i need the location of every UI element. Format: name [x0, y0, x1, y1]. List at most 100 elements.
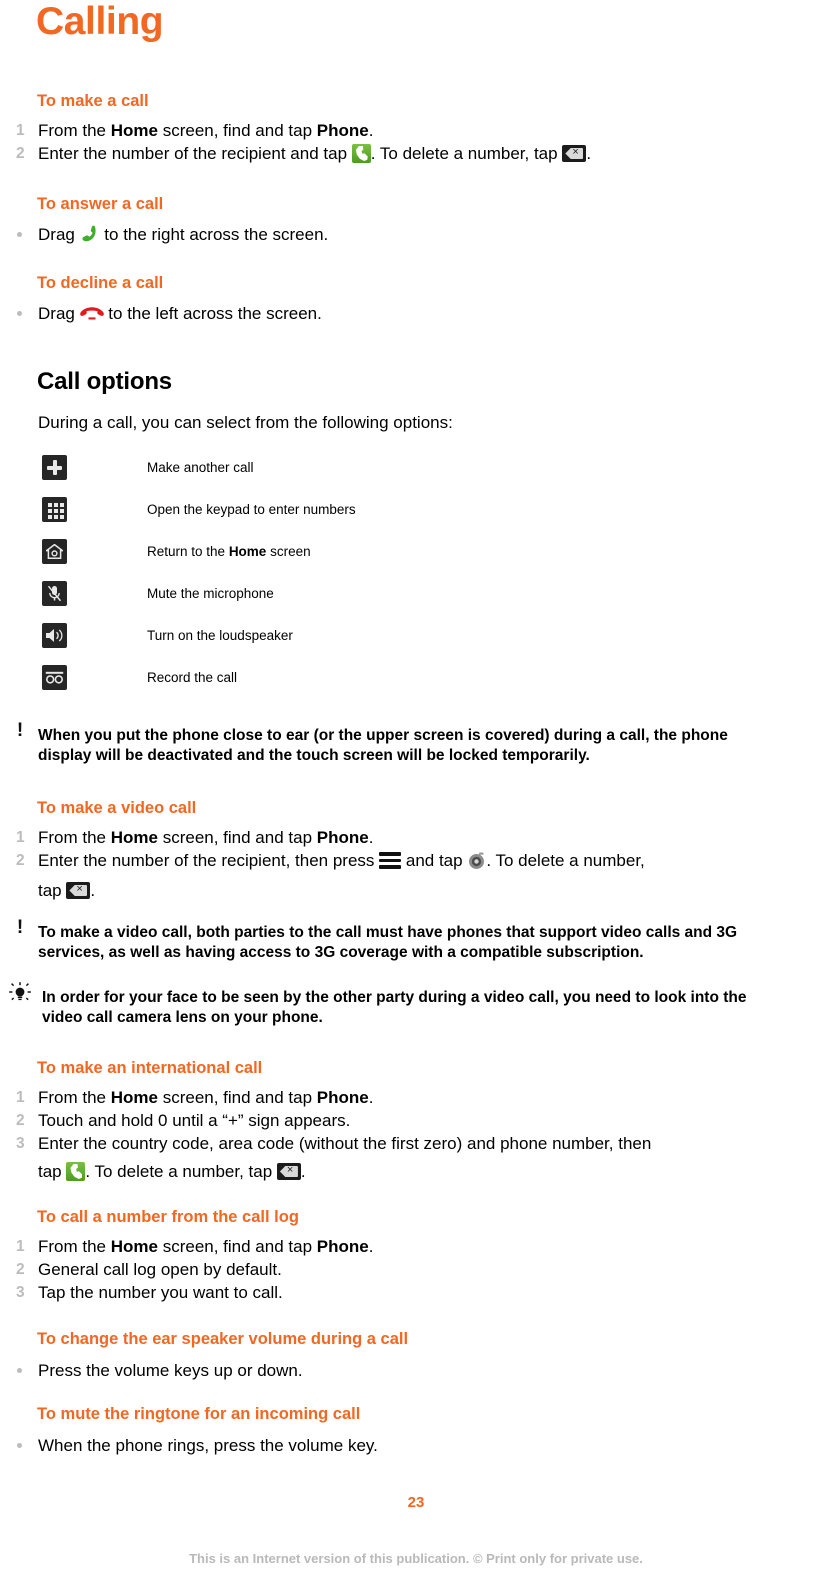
add-call-icon [42, 455, 67, 480]
backspace-delete-icon [276, 1162, 301, 1180]
green-call-icon [351, 144, 371, 163]
step-text-post: . [368, 1088, 374, 1107]
green-call-icon [66, 1162, 86, 1181]
bullet-marker [17, 311, 22, 316]
step-text-mid: . To delete a number, tap [85, 1162, 277, 1181]
option-label-pre: Return to the [147, 544, 229, 559]
heading-to-make-a-video-call: To make a video call [37, 799, 197, 817]
option-row: Make another call [0, 455, 832, 497]
heading-to-decline-a-call: To decline a call [37, 274, 164, 292]
step-text-continued: tap . To delete a number, tap . [38, 1160, 306, 1183]
step-number: 2 [16, 852, 25, 869]
step-text-post: . To delete a number, [486, 851, 645, 870]
bullet-marker [17, 232, 22, 237]
note-line: display will be deactivated and the touc… [38, 747, 590, 764]
step-number: 2 [16, 1261, 25, 1278]
video-call-note-text: To make a video call, both parties to th… [38, 923, 828, 963]
option-row: Open the keypad to enter numbers [0, 497, 832, 539]
step-text: Enter the country code, area code (witho… [38, 1134, 652, 1153]
mute-ringtone-instruction: When the phone rings, press the volume k… [38, 1436, 378, 1455]
note-line: When you put the phone close to ear (or … [38, 727, 728, 744]
step-text-pre: Enter the number of the recipient, then … [38, 851, 380, 870]
step-text: Enter the number of the recipient, then … [38, 849, 645, 872]
heading-to-mute-the-ringtone: To mute the ringtone for an incoming cal… [37, 1405, 361, 1423]
exclamation-note-icon: ! [16, 720, 24, 741]
step-text-mid: screen, find and tap [157, 1237, 317, 1256]
step-text-post: . [586, 144, 592, 163]
step-number: 3 [16, 1284, 25, 1301]
step-text-post: . [368, 121, 374, 140]
footer-copyright-note: This is an Internet version of this publ… [189, 1551, 643, 1566]
step-text-bold-phone: Phone [316, 121, 369, 140]
instruction-post: to the right across the screen. [99, 225, 329, 244]
step-text-pre: From the [38, 121, 111, 140]
ear-speaker-volume-instruction: Press the volume keys up or down. [38, 1361, 303, 1380]
step-text-pre: tap [38, 881, 67, 900]
step-number: 1 [16, 1089, 25, 1106]
step-text-mid: screen, find and tap [157, 121, 317, 140]
lightbulb-tip-icon [8, 980, 32, 1004]
step-text-pre: Enter the number of the recipient and ta… [38, 144, 352, 163]
step-text-pre: From the [38, 1088, 111, 1107]
step-text-bold-phone: Phone [316, 828, 369, 847]
backspace-delete-icon [66, 881, 91, 899]
note-line: services, as well as having access to 3G… [38, 944, 644, 961]
step-text-continued: tap . [38, 879, 95, 902]
step-text-mid: . To delete a number, tap [370, 144, 563, 163]
step-text-mid: and tap [401, 851, 468, 870]
step-text-mid: screen, find and tap [157, 1088, 317, 1107]
step-text-bold-home: Home [110, 828, 158, 847]
answer-handset-icon [80, 224, 100, 244]
step-number: 2 [16, 1112, 25, 1129]
mute-microphone-icon [42, 581, 67, 606]
keypad-icon [42, 497, 67, 522]
step-text-post: . [368, 828, 374, 847]
tip-line: video call camera lens on your phone. [42, 1009, 323, 1026]
option-label: Turn on the loudspeaker [147, 628, 293, 643]
instruction-post: to the left across the screen. [103, 304, 322, 323]
option-label: Open the keypad to enter numbers [147, 502, 356, 517]
tip-line: In order for your face to be seen by the… [42, 989, 747, 1006]
record-call-icon [42, 665, 67, 690]
step-text-bold-home: Home [110, 1088, 158, 1107]
option-label: Mute the microphone [147, 586, 274, 601]
step-text-pre: From the [38, 1237, 111, 1256]
option-label-bold: Home [228, 544, 267, 559]
call-options-intro: During a call, you can select from the f… [38, 413, 453, 432]
step-text-mid: screen, find and tap [157, 828, 317, 847]
heading-call-options: Call options [37, 368, 172, 395]
step-text-bold-home: Home [110, 121, 158, 140]
bullet-marker [17, 1443, 22, 1448]
instruction-pre: Drag [38, 304, 80, 323]
step-text-post: . [90, 881, 96, 900]
heading-to-change-ear-speaker-volume: To change the ear speaker volume during … [37, 1330, 409, 1348]
step-text: General call log open by default. [38, 1260, 282, 1279]
step-text: Tap the number you want to call. [38, 1283, 283, 1302]
option-row: Mute the microphone [0, 581, 832, 623]
bullet-marker [17, 1368, 22, 1373]
heading-to-make-an-international-call: To make an international call [37, 1059, 263, 1077]
step-text: From the Home screen, find and tap Phone… [38, 826, 373, 849]
video-camera-icon [467, 851, 486, 870]
step-text-pre: tap [38, 1162, 67, 1181]
decline-handset-icon [79, 304, 104, 320]
step-text-pre: From the [38, 828, 111, 847]
step-text-bold-phone: Phone [316, 1237, 369, 1256]
step-text-post: . [368, 1237, 374, 1256]
step-text-bold-phone: Phone [316, 1088, 369, 1107]
page-number: 23 [407, 1494, 425, 1511]
option-label: Make another call [147, 460, 254, 475]
home-icon [42, 539, 67, 564]
step-text-bold-home: Home [110, 1237, 158, 1256]
proximity-note-text: When you put the phone close to ear (or … [38, 726, 828, 766]
option-label: Return to the Home screen [147, 543, 311, 561]
option-label-post: screen [266, 544, 311, 559]
step-text: Touch and hold 0 until a “+” sign appear… [38, 1111, 351, 1130]
step-text: From the Home screen, find and tap Phone… [38, 1086, 373, 1109]
step-text-post: . [300, 1162, 306, 1181]
page-title: Calling [36, 0, 164, 43]
step-number: 1 [16, 122, 25, 139]
heading-to-call-a-number-from-the-call-log: To call a number from the call log [37, 1208, 299, 1226]
step-text: From the Home screen, find and tap Phone… [38, 1235, 373, 1258]
step-number: 1 [16, 1238, 25, 1255]
